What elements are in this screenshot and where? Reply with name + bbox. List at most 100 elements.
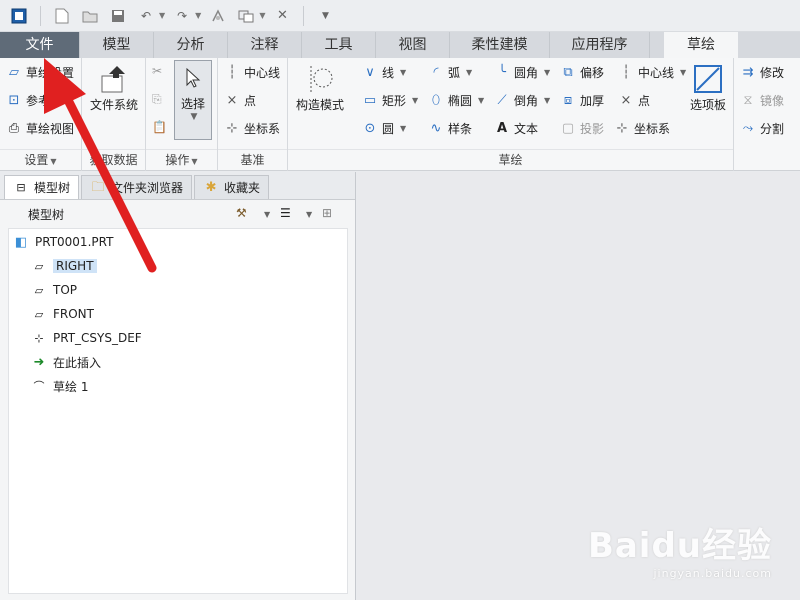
references-button[interactable]: ⊡ 参考 — [6, 92, 50, 109]
tree-item-right[interactable]: ▱ RIGHT — [31, 256, 97, 276]
part-icon: ◧ — [14, 234, 28, 250]
tree-item-front[interactable]: ▱ FRONT — [31, 304, 94, 324]
tab-favorites-label: 收藏夹 — [224, 180, 261, 195]
chamfer-button[interactable]: ⟋ 倒角 ▼ — [494, 92, 550, 109]
filter-icon[interactable]: ⊞ — [322, 206, 332, 220]
ellipse-button[interactable]: ⬯ 椭圆 ▼ — [428, 92, 484, 109]
redo-dropdown-icon[interactable]: ▼ — [195, 11, 201, 20]
datum-centerline-button[interactable]: ┆ 中心线 — [224, 64, 280, 81]
tab-model-tree[interactable]: ⊟ 模型树 — [4, 175, 80, 199]
tree-item-insert-here[interactable]: ➜ 在此插入 — [31, 352, 101, 372]
chevron-down-icon: ▼ — [466, 68, 473, 77]
project-button[interactable]: ▢ 投影 — [560, 120, 604, 137]
tab-model[interactable]: 模型 — [80, 32, 154, 58]
tree-item-label: TOP — [53, 283, 78, 297]
sketch-centerline-button[interactable]: ┆ 中心线 ▼ — [618, 64, 686, 81]
close-icon[interactable]: ✕ — [271, 5, 293, 27]
point-icon: × — [226, 93, 238, 108]
windows-dropdown-icon[interactable]: ▼ — [259, 11, 265, 20]
redo-icon[interactable]: ↷ — [171, 5, 193, 27]
centerline-icon: ┆ — [228, 65, 236, 80]
file-system-button[interactable]: 文件系统 — [86, 62, 142, 113]
arc-button[interactable]: ◜ 弧 ▼ — [428, 64, 472, 81]
open-icon[interactable] — [79, 5, 101, 27]
windows-icon[interactable] — [235, 5, 257, 27]
tree-item-top[interactable]: ▱ TOP — [31, 280, 77, 300]
chevron-down-icon[interactable]: ▼ — [264, 210, 270, 219]
text-button[interactable]: A 文本 — [494, 120, 538, 137]
chevron-down-icon: ▼ — [544, 96, 551, 105]
chevron-down-icon[interactable]: ▼ — [306, 210, 312, 219]
model-tree-icon: ⊟ — [16, 180, 26, 194]
references-label: 参考 — [26, 94, 51, 108]
palette-icon — [691, 62, 725, 96]
chevron-down-icon: ▼ — [400, 124, 407, 133]
fillet-button[interactable]: ╰ 圆角 ▼ — [494, 64, 550, 81]
references-icon: ⊡ — [8, 93, 20, 108]
datum-point-label: 点 — [244, 94, 257, 108]
ribbon: ▱ 草绘设置 ⊡ 参考 ⎙ 草绘视图 设置▼ 文件系统 获取数据 ✂ ⎘ 📋 — [0, 58, 800, 171]
mirror-button[interactable]: ⧖ 镜像 — [740, 92, 784, 109]
sketch-setup-button[interactable]: ▱ 草绘设置 — [6, 64, 74, 81]
paste-icon[interactable]: 📋 — [152, 120, 167, 134]
sketch-view-button[interactable]: ⎙ 草绘视图 — [6, 120, 74, 137]
modify-button[interactable]: ⇉ 修改 — [740, 64, 784, 81]
project-icon: ▢ — [561, 121, 575, 136]
tab-flexible-modeling[interactable]: 柔性建模 — [450, 32, 550, 58]
datum-csys-label: 坐标系 — [244, 122, 281, 136]
datum-csys-button[interactable]: ⊹ 坐标系 — [224, 120, 280, 137]
regenerate-icon[interactable] — [207, 5, 229, 27]
spline-button[interactable]: ∿ 样条 — [428, 120, 472, 137]
line-button[interactable]: ∨ 线 ▼ — [362, 64, 406, 81]
tree-item-csys[interactable]: ⊹ PRT_CSYS_DEF — [31, 328, 142, 348]
copy-icon[interactable]: ⎘ — [152, 92, 162, 107]
tab-folder-browser[interactable]: 🗀 文件夹浏览器 — [81, 175, 193, 199]
tree-item-label: PRT_CSYS_DEF — [53, 331, 142, 345]
offset-button[interactable]: ⧉ 偏移 — [560, 64, 604, 81]
tab-view[interactable]: 视图 — [376, 32, 450, 58]
settings-list-icon[interactable]: ☰ — [280, 206, 291, 220]
group-setup-label[interactable]: 设置 ▼ — [0, 149, 81, 169]
sketch-csys-button[interactable]: ⊹ 坐标系 — [614, 120, 670, 137]
tree-item-sketch[interactable]: ⌒ 草绘 1 — [31, 376, 89, 396]
undo-dropdown-icon[interactable]: ▼ — [159, 11, 165, 20]
graphics-window[interactable]: Baidu经验 jingyan.baidu.com — [357, 172, 800, 600]
file-system-icon — [97, 62, 131, 96]
cut-icon[interactable]: ✂ — [152, 64, 162, 78]
tab-annotate[interactable]: 注释 — [228, 32, 302, 58]
sketch-setup-label: 草绘设置 — [26, 66, 75, 80]
thicken-button[interactable]: ⧈ 加厚 — [560, 92, 604, 109]
rectangle-label: 矩形 — [382, 94, 407, 108]
tab-applications[interactable]: 应用程序 — [550, 32, 650, 58]
select-button[interactable]: 选择 ▼ — [174, 60, 212, 140]
tree-item-part[interactable]: ◧ PRT0001.PRT — [13, 232, 114, 252]
save-icon[interactable] — [107, 5, 129, 27]
watermark-logo: Baidu经验 — [587, 526, 772, 566]
tools-icon[interactable]: ⚒ — [236, 206, 247, 220]
customize-icon[interactable]: ▼ — [314, 5, 336, 27]
group-datum-label: 基准 — [218, 149, 287, 169]
rectangle-icon: ▭ — [363, 93, 377, 108]
datum-point-button[interactable]: × 点 — [224, 92, 256, 109]
sketch-point-button[interactable]: × 点 — [618, 92, 650, 109]
palette-button[interactable]: 选项板 — [686, 62, 730, 113]
tab-sketch[interactable]: 草绘 — [664, 32, 738, 58]
divide-button[interactable]: ⤳ 分割 — [740, 120, 784, 137]
tab-analysis[interactable]: 分析 — [154, 32, 228, 58]
cursor-icon — [176, 61, 210, 95]
csys-icon: ⊹ — [616, 121, 628, 136]
group-operations-label[interactable]: 操作 ▼ — [146, 149, 217, 169]
circle-button[interactable]: ⊙ 圆 ▼ — [362, 120, 407, 137]
navigator-tabs: ⊟ 模型树 🗀 文件夹浏览器 ✱ 收藏夹 — [0, 172, 355, 200]
thicken-icon: ⧈ — [563, 93, 573, 108]
undo-icon[interactable]: ↶ — [135, 5, 157, 27]
rectangle-button[interactable]: ▭ 矩形 ▼ — [362, 92, 418, 109]
tab-file[interactable]: 文件 — [0, 32, 80, 58]
construction-mode-button[interactable]: 构造模式 — [292, 62, 348, 113]
file-system-label: 文件系统 — [89, 98, 138, 112]
new-icon[interactable] — [51, 5, 73, 27]
tab-favorites[interactable]: ✱ 收藏夹 — [194, 175, 270, 199]
window-icon[interactable] — [8, 5, 30, 27]
tab-tools[interactable]: 工具 — [302, 32, 376, 58]
select-label: 选择 — [180, 97, 205, 111]
